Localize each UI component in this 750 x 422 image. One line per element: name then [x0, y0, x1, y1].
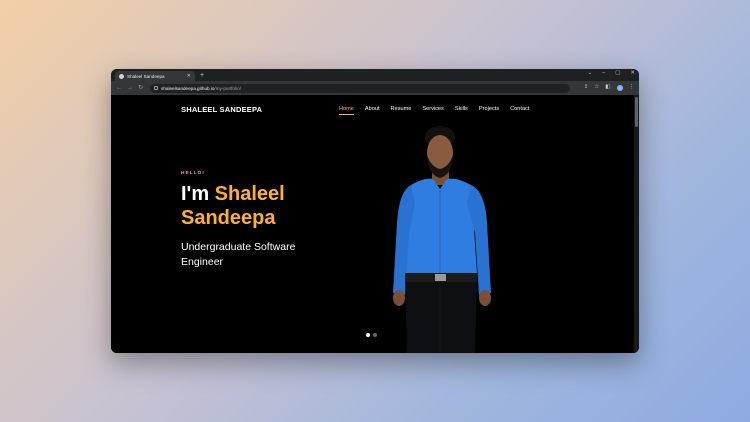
- hero-heading: I'm Shaleel Sandeepa: [181, 182, 285, 230]
- url-host: shaleelsandeepa.github.io: [161, 85, 215, 91]
- page-viewport: SHALEEL SANDEEPA Home About Resume Servi…: [111, 95, 639, 353]
- hero-name-last: Sandeepa: [181, 207, 276, 229]
- chevron-down-icon[interactable]: ⌄: [588, 70, 593, 76]
- tab-title: Shaleel Sandeepa: [127, 73, 165, 79]
- url-path: /my-portfolio/: [214, 85, 241, 91]
- address-bar[interactable]: shaleelsandeepa.github.io/my-portfolio/: [150, 83, 571, 93]
- toolbar-icons: ⇪ ☆ ◧ ⋮: [584, 85, 634, 91]
- slider-dots: [366, 333, 377, 337]
- nav-home[interactable]: Home: [339, 106, 354, 115]
- url-text: shaleelsandeepa.github.io/my-portfolio/: [161, 86, 241, 91]
- nav-projects[interactable]: Projects: [479, 106, 499, 112]
- browser-window: Shaleel Sandeepa ✕ + ⌄ – ▢ ✕ ← → ↻ shale…: [111, 69, 639, 353]
- site-brand[interactable]: SHALEEL SANDEEPA: [181, 105, 262, 114]
- reload-icon[interactable]: ↻: [138, 85, 143, 91]
- browser-toolbar: ← → ↻ shaleelsandeepa.github.io/my-portf…: [111, 81, 639, 95]
- star-icon[interactable]: ☆: [594, 85, 599, 91]
- menu-icon[interactable]: ⋮: [629, 85, 635, 91]
- hero-subtitle: Undergraduate Software Engineer: [181, 241, 296, 268]
- site-nav: Home About Resume Services Skills Projec…: [339, 106, 529, 115]
- profile-avatar[interactable]: [616, 85, 623, 91]
- slider-dot-2[interactable]: [373, 333, 377, 337]
- nav-contact[interactable]: Contact: [510, 106, 529, 112]
- hero-heading-prefix: I'm: [181, 183, 215, 205]
- hero-kicker: HELLO!: [181, 171, 205, 176]
- back-icon[interactable]: ←: [116, 85, 122, 91]
- nav-skills[interactable]: Skills: [455, 106, 468, 112]
- nav-resume[interactable]: Resume: [391, 106, 412, 112]
- favicon-icon: [119, 73, 124, 79]
- browser-tab[interactable]: Shaleel Sandeepa ✕: [115, 71, 195, 81]
- scrollbar-thumb[interactable]: [635, 97, 638, 127]
- lock-icon[interactable]: [154, 86, 159, 90]
- maximize-icon[interactable]: ▢: [615, 70, 620, 76]
- new-tab-icon[interactable]: +: [200, 71, 204, 81]
- minimize-icon[interactable]: –: [602, 70, 605, 76]
- profile-photo: [393, 126, 491, 353]
- share-icon[interactable]: ⇪: [584, 85, 589, 91]
- forward-icon[interactable]: →: [127, 85, 133, 91]
- close-tab-icon[interactable]: ✕: [187, 73, 191, 79]
- close-window-icon[interactable]: ✕: [630, 70, 635, 76]
- nav-services[interactable]: Services: [422, 106, 443, 112]
- page-scrollbar[interactable]: [634, 95, 639, 353]
- slider-dot-1[interactable]: [366, 333, 370, 337]
- tab-strip: Shaleel Sandeepa ✕ + ⌄ – ▢ ✕: [111, 69, 639, 81]
- sidebar-icon[interactable]: ◧: [605, 85, 610, 91]
- window-controls: ⌄ – ▢ ✕: [588, 70, 635, 76]
- nav-about[interactable]: About: [365, 106, 380, 112]
- hero-name-first: Shaleel: [214, 183, 285, 205]
